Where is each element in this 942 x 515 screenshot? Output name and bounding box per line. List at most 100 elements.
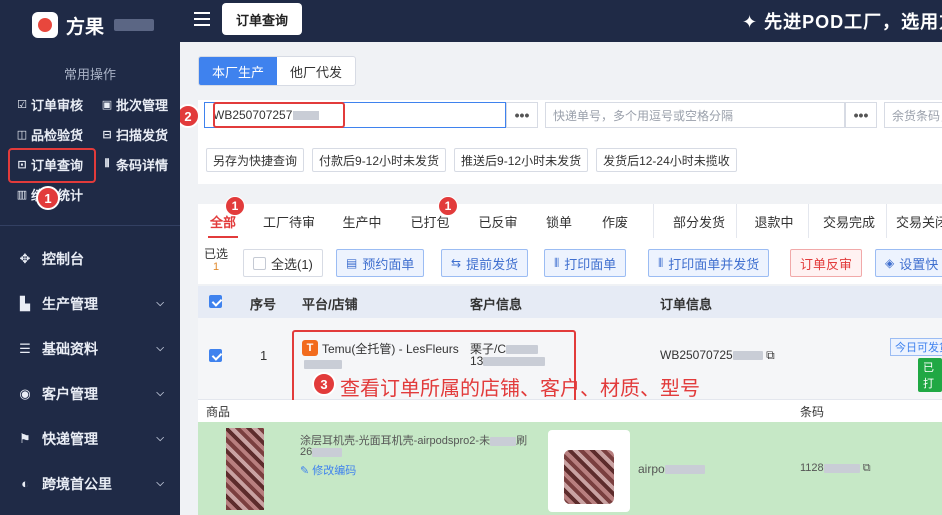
row-checkbox[interactable] (209, 349, 222, 362)
tab-locked[interactable]: 锁单 (534, 204, 584, 238)
annotation-marker-1: 1 (36, 186, 60, 210)
quick-actions-title: 常用操作 (63, 67, 116, 82)
quick-filter-chips: 另存为快捷查询 付款后9-12小时未发货 推送后9-12小时未发货 发货后12-… (206, 148, 737, 172)
product-thumbnail-frame (548, 430, 630, 512)
book-waybill-button[interactable]: ▤ 预约面单 (336, 249, 425, 277)
customer-name-blurred (506, 345, 539, 355)
product-barcode: 1128 ⧉ (800, 462, 871, 475)
menu-production[interactable]: ▙ 生产管理 ⌵ (0, 281, 180, 326)
save-quick-query-button[interactable]: 另存为快捷查询 (206, 148, 305, 172)
menu-express[interactable]: ⚑ 快递管理 ⌵ (0, 416, 180, 461)
selected-indicator: 已选 1 (204, 248, 228, 274)
product-sku-text: 26 (300, 446, 313, 458)
annotation-marker-3: 3 (312, 372, 336, 396)
customer-phone-text: 13 (470, 354, 484, 368)
express-number-more-button[interactable]: ••• (845, 102, 877, 128)
tab-reverse-reviewed[interactable]: 已反审 (468, 204, 528, 238)
product-sku: 26 (300, 446, 343, 458)
tab-completed[interactable]: 交易完成 (812, 204, 886, 238)
product-model-blurred (664, 465, 705, 475)
quick-scan-ship[interactable]: ⊟ 扫描发货 (101, 123, 186, 145)
button-label: 订单反审 (800, 256, 853, 272)
set-express-button[interactable]: ◈ 设置快 (875, 249, 942, 277)
select-all-checkbox[interactable] (253, 256, 266, 270)
shop-name-blurred (304, 360, 342, 369)
barcode-icon: ⦀ (554, 255, 560, 270)
tab-in-production[interactable]: 生产中 (332, 204, 392, 238)
tab-order-query[interactable]: 订单查询 (222, 3, 303, 35)
edit-code-label: 修改编码 (312, 465, 357, 477)
quick-quality-check[interactable]: ◫ 品检验货 (16, 123, 101, 145)
express-number-input[interactable]: 快递单号，多个用逗号或空格分隔 (545, 102, 845, 128)
segment-other-factory[interactable]: 他厂代发 (277, 57, 355, 85)
delivery-icon: ⚑ (19, 430, 31, 446)
tab-refunding[interactable]: 退款中 (742, 204, 806, 238)
product-thumbnail[interactable] (564, 450, 614, 504)
topbar: 订单查询 ✦ 先进POD工厂，选用方 (180, 0, 942, 42)
brand-name-blurred (114, 19, 155, 31)
barcode-icon: ⦀ (104, 157, 110, 170)
quick-item-label: 订单审核 (31, 97, 84, 113)
database-icon: ☰ (19, 340, 31, 356)
menu-basic-data[interactable]: ☰ 基础资料 ⌵ (0, 326, 180, 371)
menu-label: 快递管理 (42, 430, 98, 447)
chevron-down-icon: ⌵ (156, 433, 164, 444)
tab-voided[interactable]: 作废 (590, 204, 640, 238)
order-number-input[interactable]: WB250707257 (204, 102, 506, 128)
select-all-button[interactable]: 全选(1) (243, 249, 323, 277)
button-label: 预约面单 (362, 256, 415, 272)
menu-label: 控制台 (42, 250, 84, 267)
menu-cross-border[interactable]: ◐ 跨境首公里 ⌵ (0, 461, 180, 506)
chip-shipped-not-collected[interactable]: 发货后12-24小时未揽收 (596, 148, 737, 172)
globe-icon: ◐ (21, 476, 29, 491)
menu-customers[interactable]: ◉ 客户管理 ⌵ (0, 371, 180, 416)
chevron-down-icon: ⌵ (156, 388, 164, 399)
edit-pencil-icon: ✎ (300, 465, 310, 477)
order-number: WB25070725 ⧉ (660, 348, 775, 363)
menu-dashboard[interactable]: ✥ 控制台 (0, 236, 180, 281)
remain-barcode-input[interactable]: 余货条码，多 (884, 102, 942, 128)
col-shop: 平台/店铺 (302, 297, 358, 312)
hamburger-menu-icon[interactable] (194, 12, 210, 30)
segment-own-production[interactable]: 本厂生产 (199, 57, 278, 85)
inspect-icon: ◫ (16, 128, 28, 141)
tab-partial-shipped[interactable]: 部分发货 (664, 204, 734, 238)
order-reverse-review-button[interactable]: 订单反审 (790, 249, 863, 277)
tab-closed[interactable]: 交易关闭 (892, 204, 942, 238)
edit-code-link[interactable]: ✎ 修改编码 (300, 462, 356, 478)
header-checkbox[interactable] (209, 295, 222, 308)
tab-separator (886, 204, 887, 238)
product-model: airpo (638, 462, 705, 476)
button-label: 提前发货 (466, 256, 519, 272)
quick-barcode-detail[interactable]: ⦀ 条码详情 (101, 153, 186, 175)
user-icon: ◉ (19, 385, 31, 401)
order-number-more-button[interactable]: ••• (506, 102, 538, 128)
product-barcode-blurred (823, 463, 860, 473)
tab-factory-pending[interactable]: 工厂待审 (256, 204, 322, 238)
copy-icon[interactable]: ⧉ (766, 348, 775, 362)
chip-paid-not-shipped[interactable]: 付款后9-12小时未发货 (312, 148, 447, 172)
product-image[interactable] (226, 428, 264, 510)
chevron-down-icon: ⌵ (156, 478, 164, 489)
product-barcode-text: 1128 (800, 462, 824, 474)
product-sku-blurred (312, 447, 343, 457)
print-and-ship-button[interactable]: ⦀ 打印面单并发货 (648, 249, 770, 277)
quick-order-review[interactable]: ☑ 订单审核 (16, 93, 101, 115)
print-waybill-button[interactable]: ⦀ 打印面单 (544, 249, 627, 277)
col-seq: 序号 (250, 297, 277, 312)
quick-batch-manage[interactable]: ▣ 批次管理 (101, 93, 186, 115)
checkbox-icon: ☑ (17, 98, 27, 111)
copy-icon[interactable]: ⧉ (863, 462, 871, 474)
search-doc-icon: ⊡ (17, 158, 27, 171)
select-all-label: 全选(1) (271, 256, 313, 272)
quick-order-query[interactable]: ⊡ 订单查询 (8, 148, 101, 183)
early-ship-button[interactable]: ⇆ 提前发货 (441, 249, 529, 277)
selected-count: 1 (212, 261, 220, 273)
col-customer: 客户信息 (470, 297, 523, 312)
chip-pushed-not-shipped[interactable]: 推送后9-12小时未发货 (454, 148, 589, 172)
tag-shippable-today: 今日可发货 (890, 338, 942, 356)
brand[interactable]: 方果 (0, 0, 180, 50)
product-subheader: 商品 条码 (198, 400, 942, 422)
product-model-text: airpo (638, 462, 665, 476)
brand-name: 方果 (66, 16, 105, 38)
